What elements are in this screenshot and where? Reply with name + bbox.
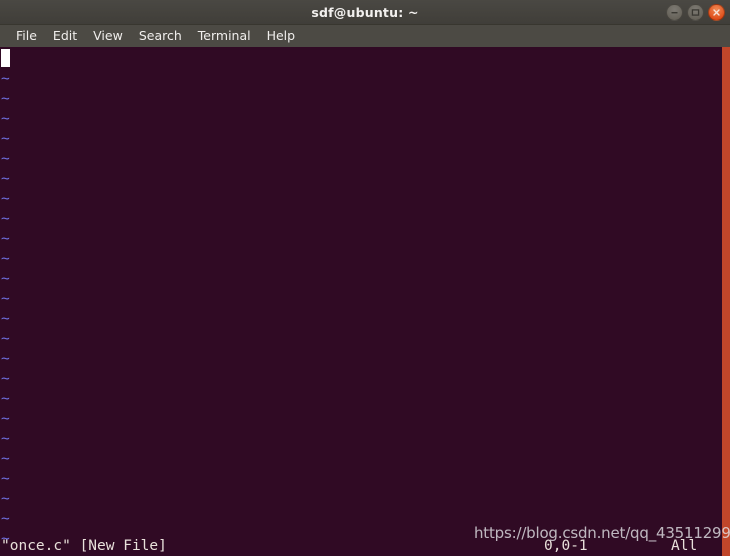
tilde-marker: ~ [1,91,10,107]
window-controls [666,4,725,21]
maximize-icon [691,8,700,17]
vim-empty-line: ~ [1,389,721,409]
menu-item-help[interactable]: Help [259,25,304,47]
terminal-scrollbar-edge[interactable] [722,47,730,556]
tilde-marker: ~ [1,111,10,127]
tilde-marker: ~ [1,231,10,247]
tilde-marker: ~ [1,151,10,167]
tilde-marker: ~ [1,491,10,507]
menu-bar: File Edit View Search Terminal Help [0,25,730,47]
vim-empty-line: ~ [1,309,721,329]
tilde-marker: ~ [1,331,10,347]
vim-buffer: ~ ~ ~ ~ ~ ~ ~ ~ ~ ~ ~ ~ ~ ~ ~ ~ ~ ~ ~ ~ ~ ~ ~ ~ [1,49,721,549]
vim-empty-line: ~ [1,349,721,369]
vim-empty-line: ~ [1,209,721,229]
tilde-marker: ~ [1,171,10,187]
menu-item-edit[interactable]: Edit [45,25,85,47]
tilde-marker: ~ [1,371,10,387]
window-titlebar: sdf@ubuntu: ~ [0,0,730,25]
tilde-marker: ~ [1,391,10,407]
tilde-marker: ~ [1,411,10,427]
vim-empty-line: ~ [1,69,721,89]
vim-empty-line: ~ [1,469,721,489]
minimize-button[interactable] [666,4,683,21]
vim-empty-line: ~ [1,429,721,449]
menu-item-search[interactable]: Search [131,25,190,47]
vim-empty-line: ~ [1,269,721,289]
tilde-marker: ~ [1,271,10,287]
vim-empty-line: ~ [1,149,721,169]
vim-empty-line: ~ [1,249,721,269]
status-cursor-position: 0,0-1 [544,538,588,554]
menu-item-view[interactable]: View [85,25,131,47]
terminal-screen[interactable]: ~ ~ ~ ~ ~ ~ ~ ~ ~ ~ ~ ~ ~ ~ ~ ~ ~ ~ ~ ~ ~ ~ ~ ~ "once.c" [New F… [0,47,722,556]
maximize-button[interactable] [687,4,704,21]
tilde-marker: ~ [1,191,10,207]
window-title: sdf@ubuntu: ~ [311,5,419,20]
vim-empty-line: ~ [1,449,721,469]
vim-empty-line: ~ [1,369,721,389]
close-button[interactable] [708,4,725,21]
vim-status-line: "once.c" [New File] 0,0-1 All [0,536,722,556]
tilde-marker: ~ [1,291,10,307]
vim-empty-line: ~ [1,89,721,109]
status-scroll-percent: All [671,538,698,554]
vim-buffer-line [1,49,721,69]
minimize-icon [670,8,679,17]
tilde-marker: ~ [1,511,10,527]
menu-item-terminal[interactable]: Terminal [190,25,259,47]
tilde-marker: ~ [1,131,10,147]
terminal-window: sdf@ubuntu: ~ File Edit View Search Term… [0,0,730,556]
vim-empty-line: ~ [1,489,721,509]
vim-empty-line: ~ [1,229,721,249]
tilde-marker: ~ [1,351,10,367]
vim-empty-line: ~ [1,189,721,209]
text-cursor [1,49,10,67]
vim-empty-line: ~ [1,509,721,529]
vim-empty-line: ~ [1,329,721,349]
tilde-marker: ~ [1,251,10,267]
status-file-message: "once.c" [New File] [1,538,167,554]
tilde-marker: ~ [1,451,10,467]
menu-item-file[interactable]: File [8,25,45,47]
vim-empty-line: ~ [1,169,721,189]
vim-empty-line: ~ [1,409,721,429]
tilde-marker: ~ [1,431,10,447]
vim-empty-line: ~ [1,289,721,309]
tilde-marker: ~ [1,311,10,327]
tilde-marker: ~ [1,211,10,227]
tilde-marker: ~ [1,471,10,487]
tilde-marker: ~ [1,71,10,87]
close-icon [712,8,721,17]
vim-empty-line: ~ [1,109,721,129]
vim-empty-line: ~ [1,129,721,149]
